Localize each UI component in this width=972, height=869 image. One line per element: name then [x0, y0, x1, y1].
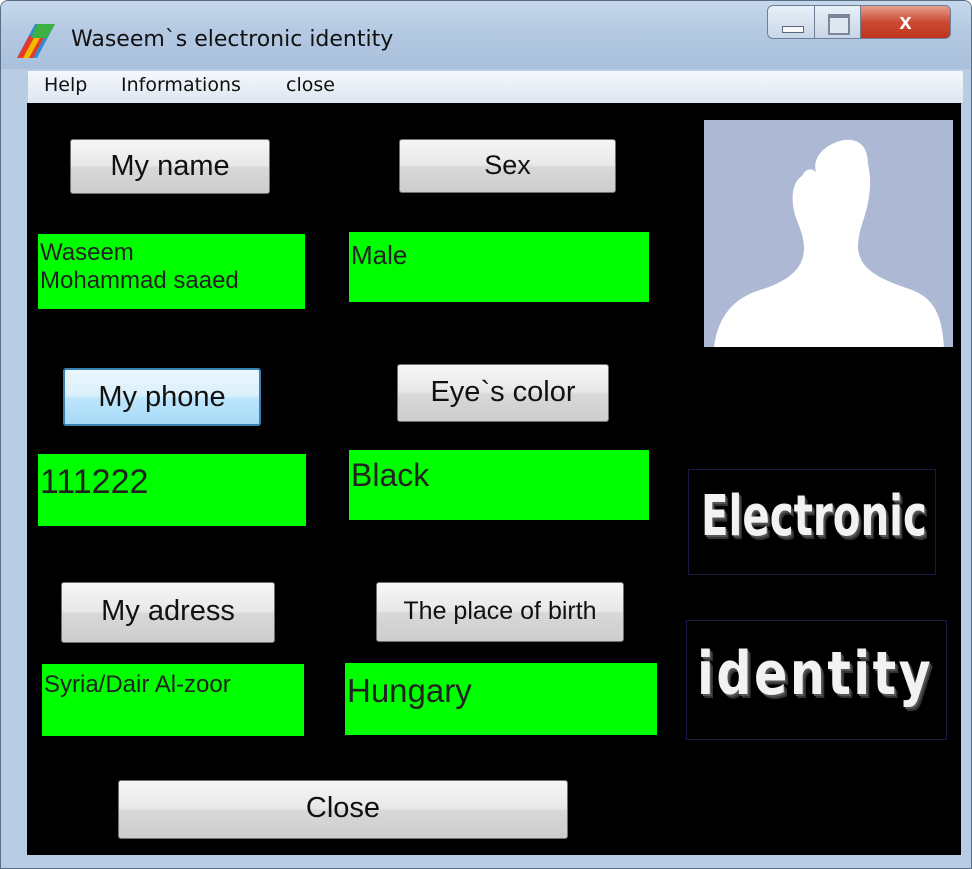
menu-close[interactable]: close	[286, 74, 335, 96]
sex-field[interactable]: Male	[349, 232, 649, 302]
window-close-button[interactable]: x	[861, 5, 951, 39]
name-value-line1: Waseem	[40, 239, 134, 266]
title-bar[interactable]: Waseem`s electronic identity x	[1, 1, 971, 69]
my-phone-button[interactable]: My phone	[63, 368, 261, 426]
phone-field[interactable]: 111222	[38, 454, 306, 526]
name-field[interactable]: Waseem Mohammad saaed	[38, 234, 305, 309]
place-of-birth-button[interactable]: The place of birth	[376, 582, 624, 642]
minimize-button[interactable]	[767, 5, 815, 39]
eye-color-field[interactable]: Black	[349, 450, 649, 520]
menu-bar: Help Informations close	[28, 71, 963, 104]
eye-color-button[interactable]: Eye`s color	[397, 364, 609, 422]
logo-identity-text: identity	[697, 639, 934, 709]
logo-identity: identity	[686, 620, 947, 740]
maximize-button[interactable]	[815, 5, 861, 39]
close-button[interactable]: Close	[118, 780, 568, 839]
close-icon: x	[899, 9, 912, 34]
logo-electronic-text: Electronic	[701, 484, 927, 549]
my-name-button[interactable]: My name	[70, 139, 270, 194]
minimize-icon	[782, 26, 804, 33]
sex-button[interactable]: Sex	[399, 139, 616, 193]
window-title: Waseem`s electronic identity	[71, 27, 394, 52]
app-logo-icon	[17, 24, 55, 58]
address-field[interactable]: Syria/Dair Al-zoor	[42, 664, 304, 736]
profile-photo	[704, 120, 953, 347]
menu-help[interactable]: Help	[44, 74, 87, 96]
my-address-button[interactable]: My adress	[61, 582, 275, 643]
logo-electronic: Electronic	[688, 469, 936, 575]
birthplace-field[interactable]: Hungary	[345, 663, 657, 735]
menu-informations[interactable]: Informations	[121, 74, 241, 96]
name-value-line2: Mohammad saaed	[40, 267, 239, 294]
person-silhouette-icon	[714, 139, 944, 347]
maximize-icon	[828, 14, 850, 35]
